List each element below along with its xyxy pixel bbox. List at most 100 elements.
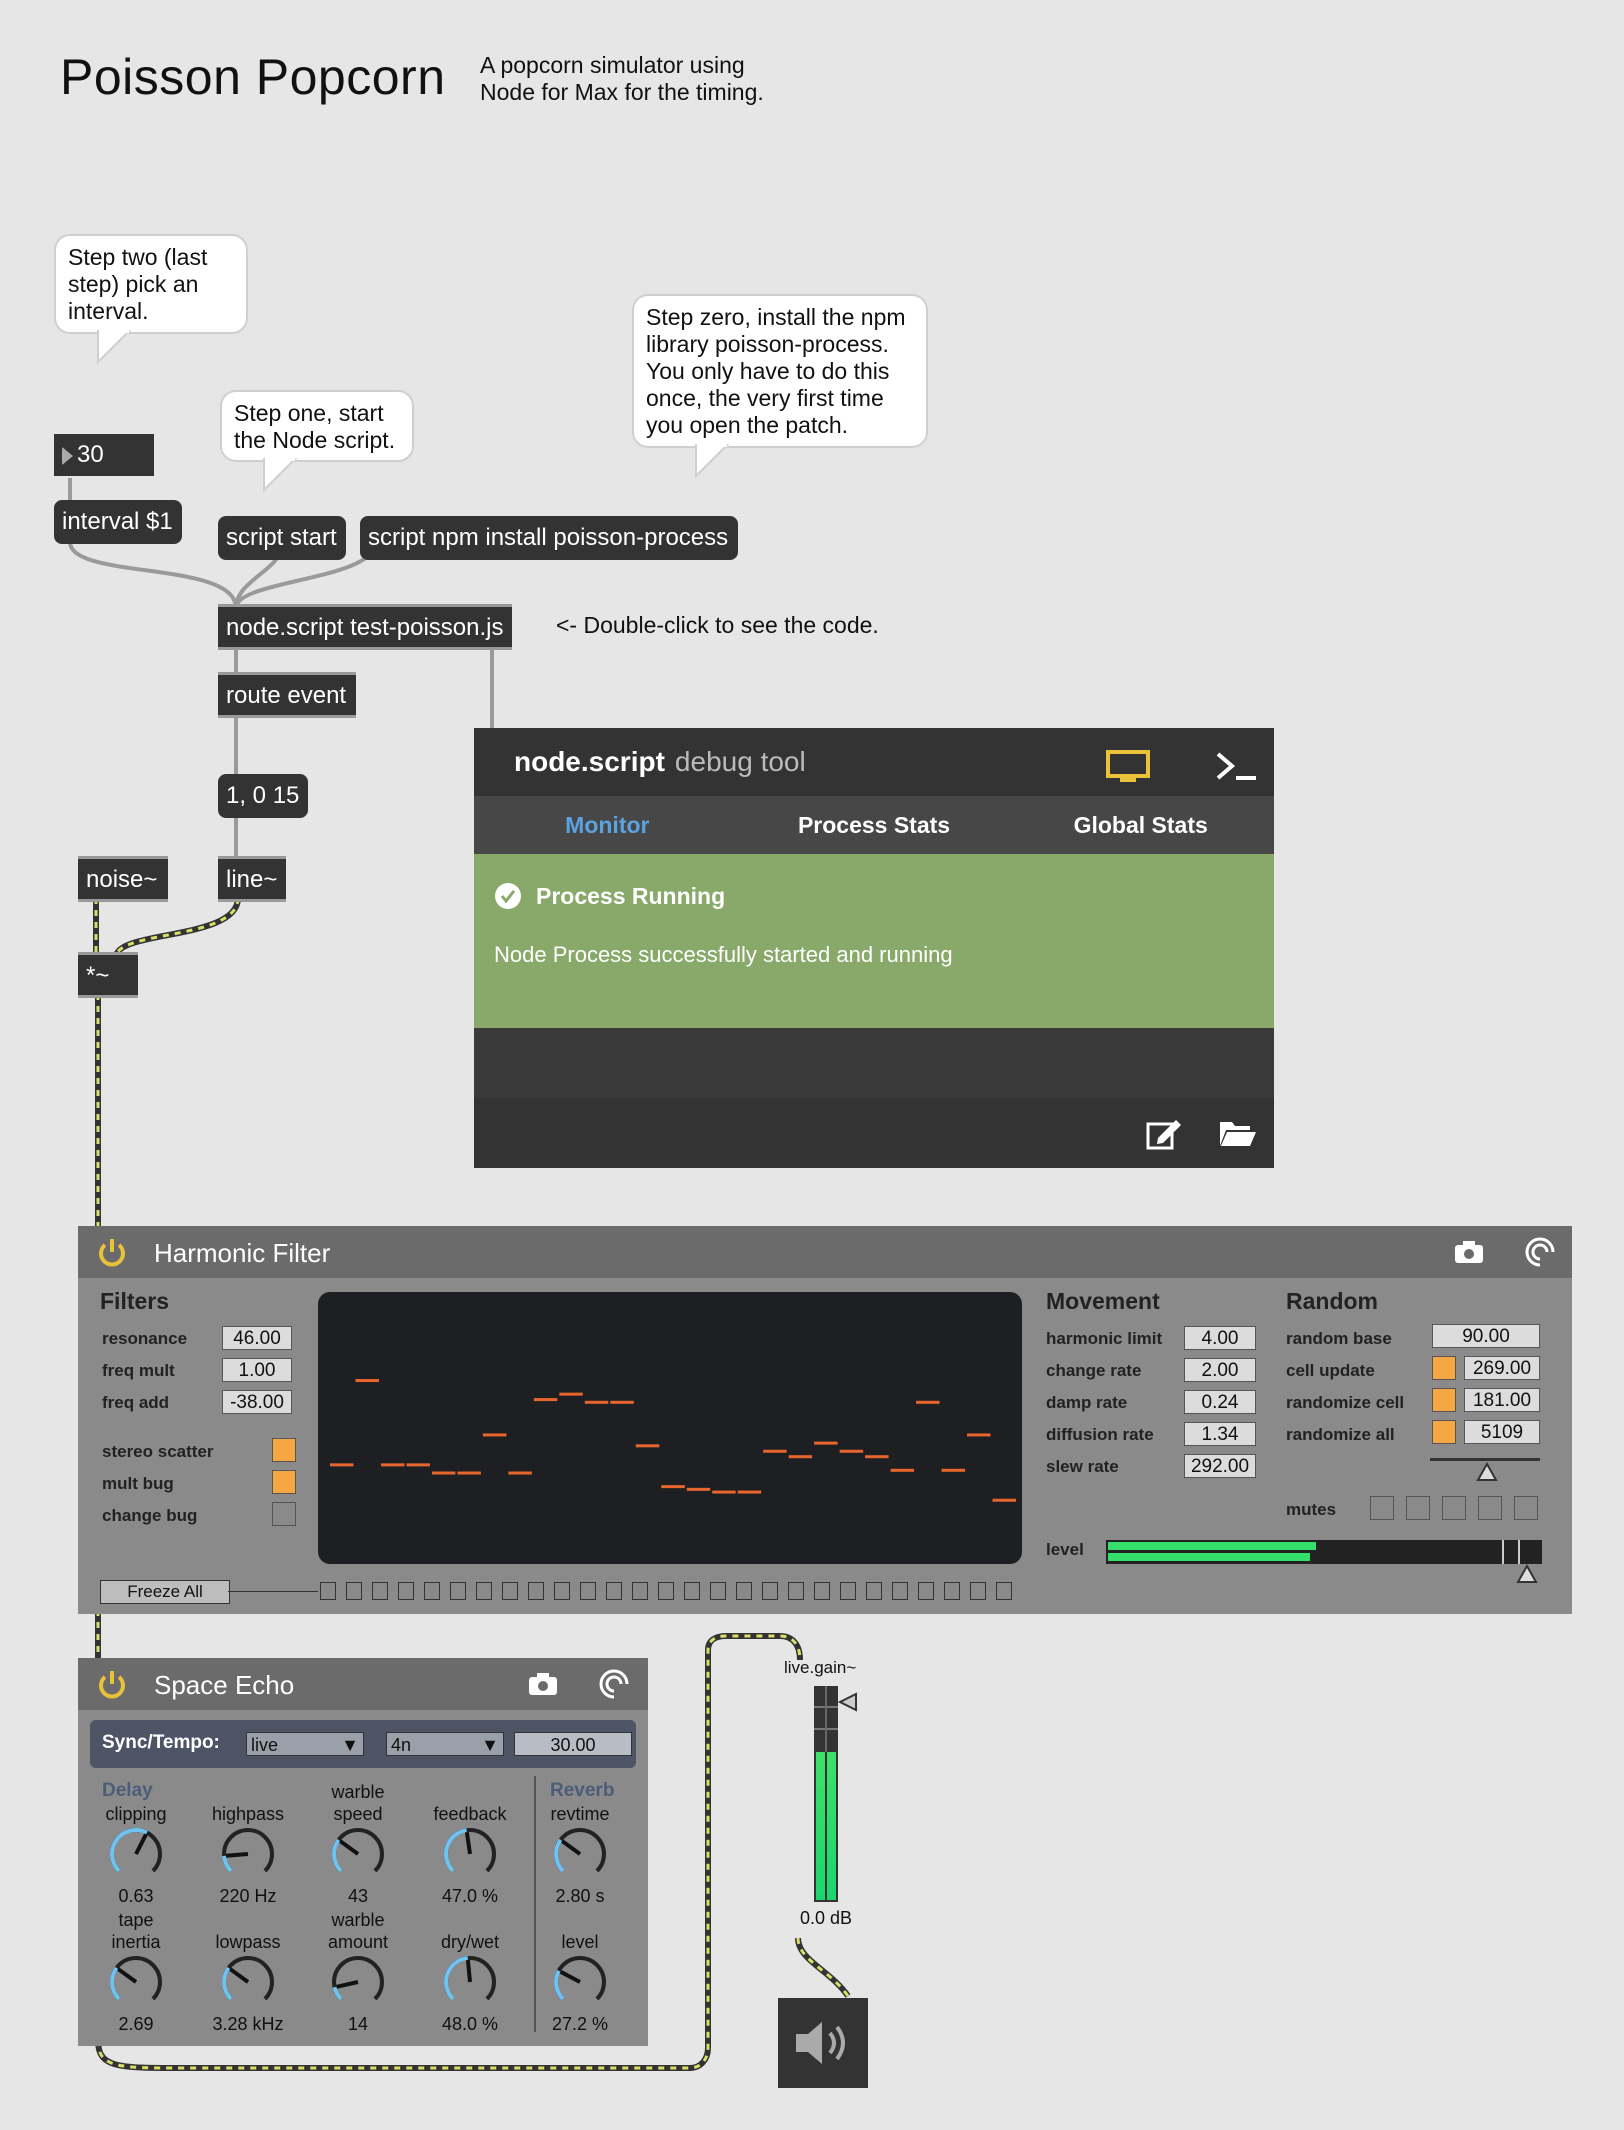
terminal-icon[interactable]	[1214, 748, 1262, 788]
param-value[interactable]: 46.00	[222, 1326, 292, 1350]
preset-icon[interactable]	[598, 1668, 630, 1700]
freeze-toggle[interactable]	[554, 1582, 570, 1600]
harmonic-bar	[406, 1463, 430, 1467]
freeze-toggle[interactable]	[788, 1582, 804, 1600]
movement-value[interactable]: 292.00	[1184, 1454, 1256, 1478]
freeze-toggle[interactable]	[684, 1582, 700, 1600]
random-value[interactable]: 90.00	[1432, 1324, 1540, 1348]
freeze-toggle[interactable]	[502, 1582, 518, 1600]
freeze-toggle[interactable]	[944, 1582, 960, 1600]
movement-value[interactable]: 4.00	[1184, 1326, 1256, 1350]
mute-toggle[interactable]	[1442, 1496, 1466, 1520]
interval-message[interactable]: interval $1	[54, 500, 182, 544]
knob-dial[interactable]	[550, 1826, 610, 1882]
change-bug-toggle[interactable]	[272, 1502, 296, 1526]
mute-toggle[interactable]	[1406, 1496, 1430, 1520]
edit-icon[interactable]	[1146, 1116, 1184, 1150]
knob-dial[interactable]	[328, 1954, 388, 2010]
tempo-value[interactable]: 30.00	[514, 1732, 632, 1756]
knob-dial[interactable]	[550, 1954, 610, 2010]
knob-dial[interactable]	[440, 1826, 500, 1882]
tab-monitor[interactable]: Monitor	[474, 796, 741, 854]
knob-dial[interactable]	[218, 1826, 278, 1882]
tab-process-stats[interactable]: Process Stats	[741, 796, 1008, 854]
knob-dial[interactable]	[440, 1954, 500, 2010]
freeze-toggle[interactable]	[320, 1582, 336, 1600]
freeze-toggle[interactable]	[762, 1582, 778, 1600]
route-object[interactable]: route event	[218, 672, 356, 718]
random-value[interactable]: 181.00	[1464, 1388, 1540, 1412]
mult-bug-toggle[interactable]	[272, 1470, 296, 1494]
freeze-toggle[interactable]	[658, 1582, 674, 1600]
freeze-toggle[interactable]	[918, 1582, 934, 1600]
harmonic-bar	[584, 1400, 609, 1404]
freeze-toggle[interactable]	[528, 1582, 544, 1600]
note-value-select[interactable]: 4n ▼	[386, 1732, 504, 1756]
slider-triangle-icon[interactable]	[1476, 1462, 1498, 1482]
param-value[interactable]: 1.00	[222, 1358, 292, 1382]
mute-toggle[interactable]	[1370, 1496, 1394, 1520]
freeze-toggle[interactable]	[606, 1582, 622, 1600]
level-meter[interactable]	[1106, 1540, 1542, 1564]
camera-icon[interactable]	[528, 1672, 558, 1696]
freeze-toggle[interactable]	[476, 1582, 492, 1600]
freeze-toggle[interactable]	[866, 1582, 882, 1600]
script-start-message[interactable]: script start	[218, 516, 346, 560]
level-triangle-icon[interactable]	[1516, 1564, 1538, 1584]
freeze-toggle[interactable]	[814, 1582, 830, 1600]
freeze-toggle[interactable]	[398, 1582, 414, 1600]
mute-toggle[interactable]	[1514, 1496, 1538, 1520]
freeze-toggle[interactable]	[450, 1582, 466, 1600]
gain-triangle-icon[interactable]	[838, 1692, 858, 1712]
power-icon[interactable]	[96, 1668, 128, 1700]
freeze-toggle[interactable]	[996, 1582, 1012, 1600]
ezdac-button[interactable]	[778, 1998, 868, 2088]
freeze-toggle[interactable]	[424, 1582, 440, 1600]
camera-icon[interactable]	[1454, 1240, 1484, 1264]
node-script-object[interactable]: node.script test-poisson.js	[218, 604, 512, 650]
harmonic-display[interactable]	[318, 1292, 1022, 1564]
freeze-toggle[interactable]	[632, 1582, 648, 1600]
line-object[interactable]: line~	[218, 856, 286, 902]
knob-dial[interactable]	[218, 1954, 278, 2010]
random-label: random base	[1286, 1329, 1392, 1348]
freeze-toggle[interactable]	[710, 1582, 726, 1600]
freeze-all-button[interactable]: Freeze All	[100, 1580, 230, 1604]
folder-open-icon[interactable]	[1218, 1118, 1258, 1148]
freeze-toggle[interactable]	[580, 1582, 596, 1600]
random-slider-track[interactable]	[1430, 1458, 1540, 1461]
freeze-toggle[interactable]	[892, 1582, 908, 1600]
freeze-toggle[interactable]	[970, 1582, 986, 1600]
tab-global-stats[interactable]: Global Stats	[1007, 796, 1274, 854]
knob-dial[interactable]	[106, 1954, 166, 2010]
mute-toggle[interactable]	[1478, 1496, 1502, 1520]
sync-mode-select[interactable]: live ▼	[246, 1732, 364, 1756]
stereo-scatter-toggle[interactable]	[272, 1438, 296, 1462]
interval-number-box[interactable]: 30	[54, 434, 154, 476]
freeze-toggle[interactable]	[372, 1582, 388, 1600]
line-message[interactable]: 1, 0 15	[218, 774, 308, 818]
random-value[interactable]: 269.00	[1464, 1356, 1540, 1380]
multiply-object[interactable]: *~	[78, 952, 138, 998]
power-icon[interactable]	[96, 1236, 128, 1268]
noise-object[interactable]: noise~	[78, 856, 168, 902]
randomize-cell-toggle[interactable]	[1432, 1388, 1456, 1412]
debug-console-area	[474, 1028, 1274, 1098]
freeze-toggle[interactable]	[840, 1582, 856, 1600]
freeze-toggle[interactable]	[736, 1582, 752, 1600]
knob-dial[interactable]	[328, 1826, 388, 1882]
movement-value[interactable]: 2.00	[1184, 1358, 1256, 1382]
param-value[interactable]: -38.00	[222, 1390, 292, 1414]
movement-label: slew rate	[1046, 1457, 1119, 1476]
randomize-all-toggle[interactable]	[1432, 1420, 1456, 1444]
monitor-icon[interactable]	[1106, 750, 1150, 786]
live-gain-slider[interactable]	[814, 1686, 838, 1902]
npm-install-message[interactable]: script npm install poisson-process	[360, 516, 738, 560]
random-value[interactable]: 5109	[1464, 1420, 1540, 1444]
preset-icon[interactable]	[1524, 1236, 1556, 1268]
knob-dial[interactable]	[106, 1826, 166, 1882]
movement-value[interactable]: 1.34	[1184, 1422, 1256, 1446]
movement-value[interactable]: 0.24	[1184, 1390, 1256, 1414]
cell-update-toggle[interactable]	[1432, 1356, 1456, 1380]
freeze-toggle[interactable]	[346, 1582, 362, 1600]
